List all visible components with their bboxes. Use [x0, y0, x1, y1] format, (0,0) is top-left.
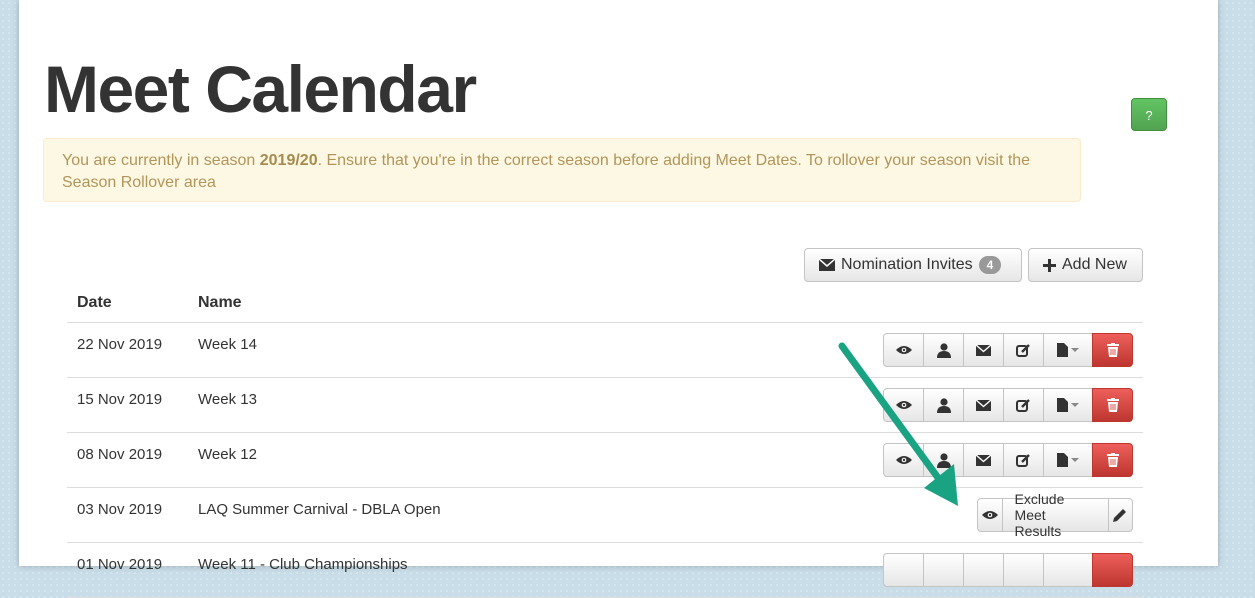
- row-actions: [883, 542, 1143, 598]
- delete-button[interactable]: [1092, 553, 1133, 587]
- table-header-row: Date Name: [67, 284, 1143, 323]
- file-icon: [1057, 343, 1079, 357]
- envelope-icon: [819, 259, 835, 271]
- row-name: LAQ Summer Carnival - DBLA Open: [188, 487, 1076, 543]
- delete-button[interactable]: [1092, 388, 1133, 422]
- envelope-icon: [976, 399, 991, 411]
- row-date: 15 Nov 2019: [67, 377, 188, 433]
- row-action-group: [883, 443, 1133, 477]
- view-button[interactable]: [883, 333, 924, 367]
- edit-pencil-button[interactable]: [1107, 498, 1133, 532]
- nomination-invites-label: Nomination Invites: [841, 256, 973, 273]
- view-button[interactable]: [883, 553, 924, 587]
- add-new-button[interactable]: Add New: [1028, 248, 1143, 282]
- row-actions: [883, 377, 1143, 433]
- edit-button[interactable]: [1003, 443, 1044, 477]
- content-panel: Meet Calendar ? You are currently in sea…: [19, 0, 1218, 598]
- eye-icon: [895, 345, 912, 355]
- email-button[interactable]: [963, 388, 1004, 422]
- row-action-group: [883, 388, 1133, 422]
- row-actions: [883, 432, 1143, 488]
- table-row: 22 Nov 2019 Week 14: [67, 322, 1143, 378]
- pencil-icon: [1113, 508, 1127, 522]
- trash-icon: [1106, 453, 1119, 467]
- user-icon: [936, 397, 951, 413]
- table-row: 01 Nov 2019 Week 11 - Club Championships: [67, 542, 1143, 598]
- row-actions: [883, 322, 1143, 378]
- date-header: Date: [67, 284, 188, 323]
- user-button[interactable]: [923, 553, 964, 587]
- row-action-group: [883, 553, 1133, 587]
- row-action-group: [883, 333, 1133, 367]
- row-action-group: Exclude Meet Results: [977, 491, 1133, 539]
- row-date: 03 Nov 2019: [67, 487, 188, 543]
- row-date: 22 Nov 2019: [67, 322, 188, 378]
- season-alert: You are currently in season 2019/20. Ens…: [43, 138, 1081, 202]
- trash-icon: [1106, 343, 1119, 357]
- nomination-invites-button[interactable]: Nomination Invites 4: [804, 248, 1022, 282]
- actions-header: [1075, 284, 1143, 323]
- file-dropdown-button[interactable]: [1043, 388, 1093, 422]
- meet-table: Date Name 22 Nov 2019 Week 14 15 Nov 201…: [67, 284, 1143, 598]
- email-button[interactable]: [963, 443, 1004, 477]
- file-icon: [1057, 453, 1079, 467]
- plus-icon: [1043, 258, 1056, 272]
- row-date: 01 Nov 2019: [67, 542, 188, 598]
- row-date: 08 Nov 2019: [67, 432, 188, 488]
- edit-icon: [1016, 343, 1031, 358]
- edit-button[interactable]: [1003, 388, 1044, 422]
- table-row: 03 Nov 2019 LAQ Summer Carnival - DBLA O…: [67, 487, 1143, 543]
- help-button[interactable]: ?: [1131, 98, 1167, 131]
- row-actions: Exclude Meet Results: [977, 487, 1143, 543]
- edit-icon: [1016, 398, 1031, 413]
- file-icon: [1057, 398, 1079, 412]
- table-row: 08 Nov 2019 Week 12: [67, 432, 1143, 488]
- edit-button[interactable]: [1003, 333, 1044, 367]
- delete-button[interactable]: [1092, 443, 1133, 477]
- edit-icon: [1016, 453, 1031, 468]
- view-button[interactable]: [883, 388, 924, 422]
- envelope-icon: [976, 454, 991, 466]
- eye-icon: [981, 510, 998, 520]
- file-dropdown-button[interactable]: [1043, 333, 1093, 367]
- eye-icon: [895, 455, 912, 465]
- add-new-label: Add New: [1062, 256, 1127, 273]
- view-button[interactable]: [883, 443, 924, 477]
- email-button[interactable]: [963, 333, 1004, 367]
- alert-text-prefix: You are currently in season: [62, 152, 260, 169]
- edit-button[interactable]: [1003, 553, 1044, 587]
- email-button[interactable]: [963, 553, 1004, 587]
- envelope-icon: [976, 344, 991, 356]
- table-row: 15 Nov 2019 Week 13: [67, 377, 1143, 433]
- alert-season: 2019/20: [259, 152, 318, 169]
- name-header: Name: [188, 284, 1076, 323]
- delete-button[interactable]: [1092, 333, 1133, 367]
- nomination-count-badge: 4: [978, 256, 1002, 274]
- user-button[interactable]: [923, 443, 964, 477]
- file-dropdown-button[interactable]: [1043, 443, 1093, 477]
- user-icon: [936, 342, 951, 358]
- trash-icon: [1106, 398, 1119, 412]
- user-icon: [936, 452, 951, 468]
- user-button[interactable]: [923, 388, 964, 422]
- user-button[interactable]: [923, 333, 964, 367]
- eye-icon: [895, 400, 912, 410]
- exclude-meet-results-button[interactable]: Exclude Meet Results: [1001, 491, 1109, 539]
- file-dropdown-button[interactable]: [1043, 553, 1093, 587]
- view-button[interactable]: [977, 498, 1003, 532]
- page-title: Meet Calendar: [44, 52, 477, 126]
